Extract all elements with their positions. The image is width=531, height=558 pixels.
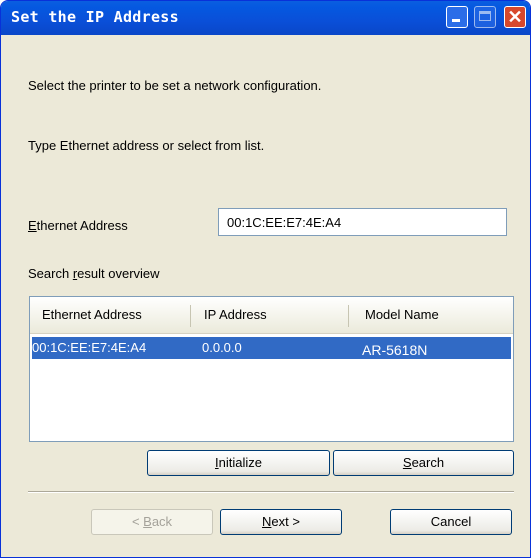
close-icon: ✕ (507, 7, 523, 27)
list-header: Ethernet Address IP Address Model Name (30, 297, 513, 334)
column-header-model-name[interactable]: Model Name (365, 307, 439, 322)
maximize-icon (479, 11, 491, 21)
next-button[interactable]: Next > (220, 509, 342, 535)
instruction-select-printer: Select the printer to be set a network c… (28, 78, 322, 93)
search-button[interactable]: Search (333, 450, 514, 476)
column-header-ip-address[interactable]: IP Address (204, 307, 267, 322)
search-result-list[interactable]: Ethernet Address IP Address Model Name 0… (29, 296, 514, 442)
dialog-window: Set the IP Address ✕ Select the printer … (0, 0, 531, 558)
separator (28, 491, 514, 493)
list-item[interactable]: 00:1C:EE:E7:4E:A4 0.0.0.0 AR-5618N (32, 337, 511, 359)
maximize-button (474, 6, 496, 28)
close-button[interactable]: ✕ (504, 6, 526, 28)
cell-ip-address: 0.0.0.0 (202, 340, 242, 355)
initialize-button[interactable]: Initialize (147, 450, 330, 476)
column-header-ethernet-address[interactable]: Ethernet Address (42, 307, 142, 322)
title-bar[interactable]: Set the IP Address ✕ (1, 1, 530, 35)
ethernet-address-input[interactable]: 00:1C:EE:E7:4E:A4 (218, 208, 507, 236)
window-title: Set the IP Address (11, 8, 179, 26)
ethernet-address-label: Ethernet Address (28, 218, 128, 233)
cancel-button[interactable]: Cancel (390, 509, 512, 535)
minimize-icon (452, 19, 460, 22)
column-divider[interactable] (190, 305, 191, 327)
column-divider[interactable] (348, 305, 349, 327)
cell-ethernet-address: 00:1C:EE:E7:4E:A4 (32, 340, 147, 355)
search-result-label: Search result overview (28, 266, 160, 281)
cell-model-name: AR-5618N (362, 342, 428, 358)
instruction-type-address: Type Ethernet address or select from lis… (28, 138, 265, 153)
minimize-button[interactable] (446, 6, 468, 28)
back-button: < Back (91, 509, 213, 535)
